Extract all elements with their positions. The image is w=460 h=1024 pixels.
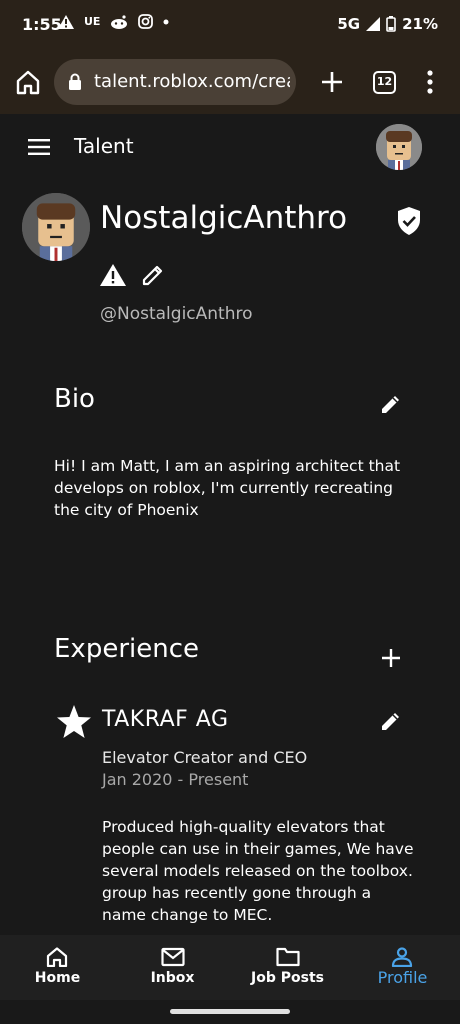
edit-name-pencil-icon[interactable] bbox=[142, 264, 164, 286]
nav-inbox-label: Inbox bbox=[150, 970, 195, 986]
profile-avatar[interactable] bbox=[22, 193, 90, 261]
status-time: 1:55 bbox=[22, 15, 62, 34]
mail-icon bbox=[161, 947, 185, 967]
edit-bio-pencil-icon[interactable] bbox=[380, 393, 402, 415]
company-name: TAKRAF AG bbox=[102, 707, 229, 732]
avatar-image bbox=[22, 193, 90, 261]
header-avatar[interactable] bbox=[376, 124, 422, 170]
person-icon bbox=[391, 947, 413, 967]
nav-profile[interactable]: Profile bbox=[345, 935, 460, 1000]
instagram-icon bbox=[138, 14, 154, 29]
notification-icons: UE bbox=[58, 14, 169, 29]
bio-heading: Bio bbox=[54, 384, 95, 414]
battery-icon bbox=[386, 16, 396, 32]
bio-text: Hi! I am Matt, I am an aspiring architec… bbox=[54, 457, 401, 519]
username-handle: @NostalgicAnthro bbox=[100, 304, 253, 324]
verified-shield-icon bbox=[398, 207, 420, 235]
avatar-image bbox=[376, 124, 422, 170]
more-notifications-dot-icon bbox=[163, 19, 169, 24]
gesture-bar bbox=[0, 1000, 460, 1024]
url-bar[interactable]: talent.roblox.com/creators bbox=[54, 59, 296, 105]
gesture-handle[interactable] bbox=[170, 1009, 290, 1014]
browser-home-icon[interactable] bbox=[14, 68, 42, 96]
new-tab-icon[interactable] bbox=[318, 68, 346, 96]
home-icon bbox=[46, 947, 68, 967]
warning-icon[interactable] bbox=[100, 264, 126, 286]
status-right: 5G 21% bbox=[337, 15, 438, 33]
job-dates: Jan 2020 - Present bbox=[102, 770, 249, 789]
app-title: Talent bbox=[74, 134, 134, 158]
folder-icon bbox=[276, 947, 300, 967]
status-bar: 1:55 UE 5G 21% bbox=[0, 0, 460, 50]
tab-switcher-button[interactable]: 12 bbox=[373, 71, 396, 94]
edit-experience-pencil-icon[interactable] bbox=[380, 710, 402, 732]
url-text[interactable]: talent.roblox.com/creators bbox=[94, 71, 290, 92]
warning-icon bbox=[58, 14, 74, 29]
star-icon bbox=[57, 705, 91, 738]
network-type: 5G bbox=[337, 15, 361, 33]
browser-menu-icon[interactable] bbox=[418, 68, 442, 96]
nav-home-label: Home bbox=[34, 970, 81, 986]
nav-job-posts-label: Job Posts bbox=[251, 970, 324, 986]
experience-heading: Experience bbox=[54, 634, 199, 664]
battery-percent: 21% bbox=[402, 15, 438, 33]
display-name: NostalgicAnthro bbox=[100, 200, 348, 236]
hamburger-menu-icon[interactable] bbox=[28, 137, 52, 157]
signal-icon bbox=[366, 17, 381, 31]
nav-job-posts[interactable]: Job Posts bbox=[230, 935, 345, 1000]
add-experience-plus-icon[interactable] bbox=[380, 647, 402, 669]
bottom-navigation: Home Inbox Job Posts Profile bbox=[0, 935, 460, 1000]
job-description: Produced high-quality elevators that peo… bbox=[102, 818, 414, 924]
nav-profile-label: Profile bbox=[377, 968, 428, 987]
ue-notification-label: UE bbox=[84, 15, 101, 28]
nav-inbox[interactable]: Inbox bbox=[115, 935, 230, 1000]
browser-toolbar: talent.roblox.com/creators 12 bbox=[0, 50, 460, 114]
reddit-icon bbox=[111, 14, 128, 29]
lock-icon[interactable] bbox=[68, 73, 82, 91]
nav-home[interactable]: Home bbox=[0, 935, 115, 1000]
job-role: Elevator Creator and CEO bbox=[102, 748, 308, 767]
